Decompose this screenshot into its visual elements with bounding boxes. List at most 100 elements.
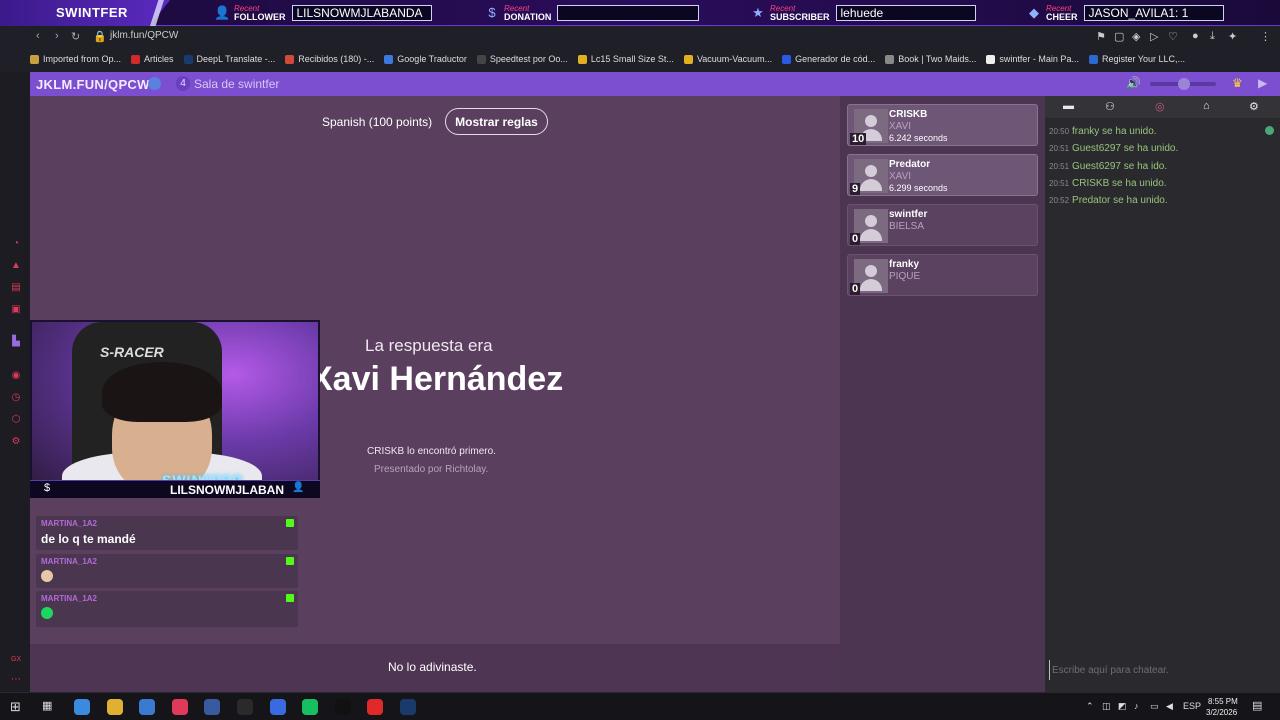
taskbar-app-icon[interactable] [269,699,286,715]
heart-icon[interactable]: ♡ [1168,30,1178,43]
clock-date[interactable]: 3/2/2026 [1206,708,1237,717]
stream-chat-user: MARTINA_1A2 [41,594,98,603]
bookmark-item[interactable]: Generador de cód... [782,52,875,66]
sidebar-icon-3[interactable]: ▤ [10,282,22,294]
bookmark-label: Speedtest por Oo... [489,54,568,64]
collapse-icon[interactable]: ▶ [1258,76,1267,90]
person-hair [102,362,222,422]
bookmark-icon[interactable]: ⚑ [1096,30,1106,43]
back-icon[interactable]: ‹ [36,30,40,42]
chat-time: 20:51 [1049,144,1070,153]
shield-icon[interactable]: ◈ [1132,30,1140,43]
taskbar-app-icon[interactable] [171,699,188,715]
bookmark-item[interactable]: Articles [131,52,174,66]
stream-chat-user: MARTINA_1A2 [41,519,98,528]
bookmark-item[interactable]: DeepL Translate -... [183,52,275,66]
taskbar-app-icon[interactable] [74,699,90,715]
tray-chevron-icon[interactable]: ⌃ [1086,701,1094,712]
dollar-icon: $ [44,482,51,494]
taskbar-app-icon[interactable] [367,699,384,715]
tray-icon[interactable]: ◫ [1102,701,1111,712]
chat-text: Guest6297 se ha unido. [1072,143,1179,154]
input-language[interactable]: ESP [1183,701,1201,711]
chat-time: 20:50 [1049,127,1070,136]
stream-chat-message: MARTINA_1A2 de lo q te mandé [36,516,298,550]
taskbar-app-icon[interactable] [139,699,156,715]
bookmark-item[interactable]: Register Your LLC,... [1088,52,1185,66]
bookmark-item[interactable]: swintfer - Main Pa... [986,52,1079,66]
player-name: franky [889,259,920,270]
settings-icon[interactable]: ⚙ [10,436,22,448]
bookmark-item[interactable]: Vacuum-Vacuum... [683,52,772,66]
sidebar-icon-6[interactable]: ◉ [10,370,22,382]
bookmark-label: Articles [144,54,174,64]
twitch-icon[interactable]: ▙ [10,336,22,348]
menu-icon[interactable]: ⋮ [1260,30,1271,43]
bookmark-item[interactable]: Lc15 Small Size St... [577,52,674,66]
volume-icon[interactable]: 🔊 [1126,76,1141,90]
reload-icon[interactable]: ↻ [71,30,80,43]
emote-icon [41,570,53,582]
sidebar-icon-4[interactable]: ▣ [10,304,22,316]
chat-input[interactable] [1049,660,1277,680]
site-title[interactable]: JKLM.FUN/QPCW [36,77,150,92]
taskbar-app-icon[interactable] [334,699,351,715]
tab-room-icon[interactable]: ◎ [1155,100,1165,113]
volume-slider-handle[interactable] [1178,78,1190,90]
tray-icon[interactable]: ◩ [1118,701,1127,712]
taskbar-app-icon[interactable] [302,699,319,715]
tab-home-icon[interactable]: ⌂ [1203,100,1210,112]
microphone-icon[interactable]: ♪ [1134,701,1139,711]
sidebar-icon-2[interactable]: ▲ [10,260,22,272]
bookmark-item[interactable]: Imported from Op... [30,52,121,66]
download-icon[interactable]: ⤓ [1210,30,1215,43]
chat-tabs: ▬ ⚇ ◎ ⌂ ⚙ [1045,96,1280,118]
chat-message: 20:51 Guest6297 se ha ido. [1049,161,1167,172]
sidebar-icon-1[interactable]: ◔ [10,238,22,250]
subscriber-icon: ★ [752,5,764,20]
sidebar-icon-8[interactable]: ⬡ [10,414,22,426]
player-card: 10 CRISKB XAVI 6.242 seconds [847,104,1038,146]
ai-icon[interactable]: ✦ [1228,30,1237,43]
taskbar-app-icon[interactable] [237,699,253,715]
crown-icon[interactable]: ♛ [1232,76,1243,90]
players-panel: 10 CRISKB XAVI 6.242 seconds 9 Predator … [840,96,1045,692]
play-icon[interactable]: ▷ [1150,30,1158,43]
more-icon[interactable]: ⋯ [10,674,22,686]
task-view-icon[interactable]: ▦ [42,699,52,712]
user-icon: 👤 [292,482,305,493]
profile-icon[interactable]: ● [1192,30,1199,42]
clock-icon[interactable]: ◷ [10,392,22,404]
game-status-bar: No lo adivinaste. [30,644,840,692]
network-icon[interactable]: ▭ [1150,701,1159,712]
notification-icon[interactable]: ▤ [1252,699,1262,712]
windows-taskbar: ⊞ ▦ ⌃ ◫ ◩ ♪ ▭ ◀ ESP 8:55 PM 3/2/2026 ▤ [0,692,1280,720]
bookmark-item[interactable]: Book | Two Maids... [885,52,976,66]
bookmark-item[interactable]: Google Traductor [384,52,467,66]
gx-icon[interactable]: GX [10,654,22,666]
taskbar-app-icon[interactable] [204,699,221,715]
stream-chat-text: de lo q te mandé [41,532,136,546]
bookmark-label: Google Traductor [397,54,467,64]
answer-text: Xavi Hernández [310,360,564,398]
chat-message: 20:50 franky se ha unido. [1049,126,1157,137]
show-rules-button[interactable]: Mostrar reglas [445,108,548,135]
windows-start-icon[interactable]: ⊞ [10,699,21,715]
answer-caption: La respuesta era [365,336,493,355]
tab-settings-icon[interactable]: ⚙ [1249,100,1259,113]
forward-icon[interactable]: › [55,30,59,42]
snapshot-icon[interactable]: ▢ [1114,30,1124,43]
bookmark-item[interactable]: Speedtest por Oo... [476,52,568,66]
bookmark-favicon-icon [782,54,792,64]
bookmark-item[interactable]: Recibidos (180) -... [285,52,374,66]
taskbar-app-icon[interactable] [400,699,416,715]
tab-chat-icon[interactable]: ▬ [1063,100,1074,112]
bookmark-label: swintfer - Main Pa... [999,54,1079,64]
speaker-icon[interactable]: ◀ [1166,701,1173,712]
address-bar[interactable]: jklm.fun/QPCW [110,30,178,41]
chat-message: 20:51 Guest6297 se ha unido. [1049,143,1178,154]
clock-time[interactable]: 8:55 PM [1208,697,1238,706]
tab-players-icon[interactable]: ⚇ [1105,100,1115,113]
taskbar-app-icon[interactable] [106,699,123,715]
overlay-cheer-label: CHEER [1046,12,1078,22]
